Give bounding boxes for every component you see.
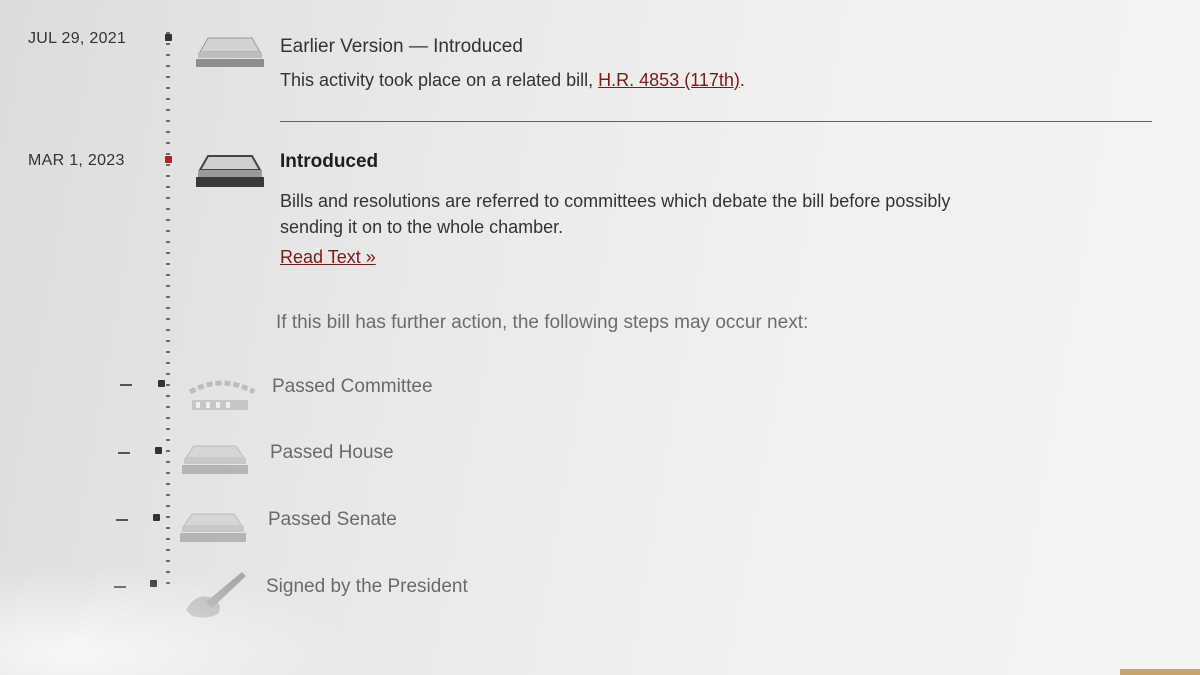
timeline-node-current: [165, 156, 172, 163]
pen-signing-icon: [186, 572, 246, 618]
introduced-description-line-1: Bills and resolutions are referred to co…: [280, 191, 951, 211]
future-step-signed-by-president: Signed by the President: [266, 576, 468, 597]
future-date-placeholder: [120, 384, 132, 386]
introduced-description-line-2: sending it on to the whole chamber.: [280, 217, 564, 237]
earlier-version-description: This activity took place on a related bi…: [280, 67, 1130, 93]
future-date-placeholder: [118, 452, 130, 454]
timeline-node-future: [153, 514, 160, 521]
timeline-node-future: [155, 447, 162, 454]
timeline-node-future: [150, 580, 157, 587]
read-text-link[interactable]: Read Text »: [280, 244, 376, 270]
chamber-icon: [180, 513, 246, 542]
next-steps-note: If this bill has further action, the fol…: [276, 312, 809, 333]
section-divider: [280, 121, 1152, 122]
earlier-version-date: JUL 29, 2021: [28, 30, 127, 47]
bottom-edge: [1120, 669, 1200, 675]
earlier-version-title: Earlier Version — Introduced: [280, 36, 523, 57]
future-date-placeholder: [116, 519, 128, 521]
future-step-passed-senate: Passed Senate: [268, 509, 397, 530]
earlier-version-suffix: .: [739, 70, 745, 90]
chamber-icon: [196, 155, 264, 187]
future-date-placeholder: [114, 586, 126, 588]
chamber-icon: [182, 445, 248, 474]
timeline-rail: [160, 28, 176, 588]
introduced-title: Introduced: [280, 151, 379, 172]
committee-icon: [188, 380, 256, 410]
future-step-passed-house: Passed House: [270, 442, 394, 463]
timeline-node-earlier: [165, 34, 172, 41]
chamber-icon: [196, 37, 264, 67]
introduced-description: Bills and resolutions are referred to co…: [280, 188, 1130, 240]
introduced-date: MAR 1, 2023: [28, 152, 125, 169]
timeline-node-future: [158, 380, 165, 387]
related-bill-link[interactable]: H.R. 4853 (117th): [598, 70, 740, 90]
earlier-version-prefix: This activity took place on a related bi…: [280, 70, 599, 90]
future-step-passed-committee: Passed Committee: [272, 376, 433, 397]
